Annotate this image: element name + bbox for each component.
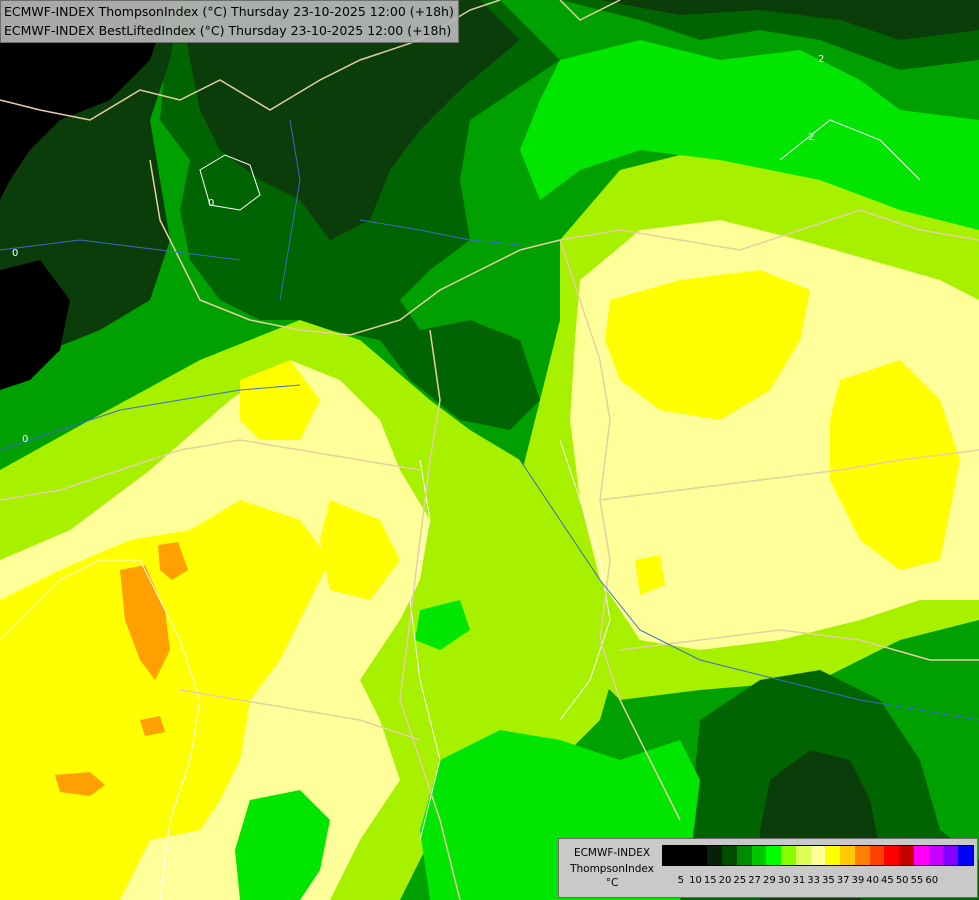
legend-swatch [795, 846, 811, 865]
legend-swatch [943, 846, 958, 865]
legend-tick-label: 25 [733, 875, 747, 886]
legend-swatch [707, 846, 722, 865]
legend-swatch [766, 846, 781, 865]
contour-label: 0 [22, 434, 28, 445]
legend-tick-label: 30 [777, 875, 791, 886]
legend-ticks: 5 10 15 20 25 27 29 30 31 33 35 37 39 40 45 50 55 60 [662, 875, 972, 889]
legend-tick-label: 50 [895, 875, 909, 886]
legend-tick-label: 40 [866, 875, 880, 886]
contour-label: 0 [208, 198, 214, 209]
header-line-lifted: ECMWF-INDEX BestLiftedIndex (°C) Thursda… [4, 23, 452, 38]
contour-label: 2 [818, 54, 824, 65]
legend-swatch [677, 846, 693, 865]
legend-tick-label: 5 [677, 875, 684, 886]
contour-label: 0 [12, 248, 18, 259]
legend-tick-label: 29 [762, 875, 776, 886]
legend-swatch [928, 846, 944, 865]
map-header: ECMWF-INDEX ThompsonIndex (°C) Thursday … [0, 0, 459, 43]
legend-model: ECMWF-INDEX [573, 847, 651, 859]
header-line-thompson: ECMWF-INDEX ThompsonIndex (°C) Thursday … [4, 4, 454, 19]
legend-tick-label: 55 [910, 875, 924, 886]
legend-swatch [751, 846, 767, 865]
legend-tick-label: 33 [807, 875, 820, 886]
legend-swatches [662, 845, 974, 866]
legend-tick-label: 60 [925, 875, 939, 886]
legend-swatch [736, 846, 752, 865]
legend-swatch [810, 846, 826, 865]
legend-tick-label: 37 [836, 875, 850, 886]
legend-tick-label: 39 [851, 875, 865, 886]
legend-swatch [854, 846, 870, 865]
legend-tick-label: 20 [718, 875, 732, 886]
legend-tick-label: 35 [822, 875, 835, 886]
legend-swatch [913, 846, 929, 865]
legend-param: ThompsonIndex [570, 863, 654, 875]
legend-unit: °C [605, 877, 619, 889]
legend-swatch [781, 846, 796, 865]
legend-swatch [899, 846, 914, 865]
legend-swatch [692, 846, 708, 865]
legend-swatch [884, 846, 899, 865]
legend-swatch [869, 846, 885, 865]
legend-swatch [840, 846, 855, 865]
legend-swatch [825, 846, 840, 865]
legend-tick-label: 27 [748, 875, 761, 886]
weather-map: 0 0 0 2 2 [0, 0, 979, 900]
legend-tick-label: 15 [703, 875, 717, 886]
legend-swatch [722, 846, 737, 865]
legend-swatch [958, 846, 973, 865]
contour-label: 2 [808, 132, 814, 143]
legend-tick-label: 10 [689, 875, 702, 886]
legend-swatch [663, 846, 678, 865]
legend-tick-label: 45 [881, 875, 894, 886]
color-legend: ECMWF-INDEX ThompsonIndex °C 5 10 15 20 25 27… [558, 838, 978, 898]
legend-tick-label: 31 [792, 875, 806, 886]
